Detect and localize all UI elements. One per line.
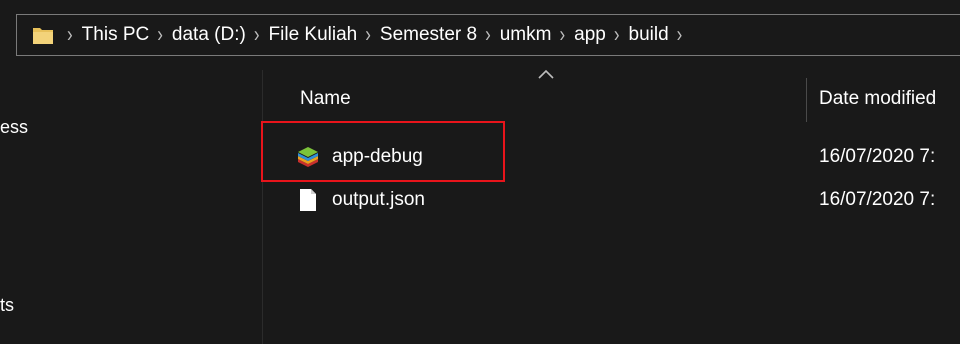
breadcrumb-semester-8[interactable]: Semester 8 — [380, 24, 477, 46]
breadcrumb-build[interactable]: build — [629, 24, 669, 46]
breadcrumb-separator-icon[interactable]: › — [485, 22, 491, 48]
breadcrumb-data-drive[interactable]: data (D:) — [172, 24, 246, 46]
file-icon — [296, 188, 320, 212]
breadcrumb-separator-icon[interactable]: › — [677, 22, 683, 48]
column-header-date-modified[interactable]: Date modified — [819, 88, 936, 110]
breadcrumb-this-pc[interactable]: This PC — [82, 24, 150, 46]
breadcrumb-separator-icon[interactable]: › — [67, 22, 73, 48]
breadcrumb-umkm[interactable]: umkm — [500, 24, 552, 46]
nav-item-quick-access[interactable]: ess — [0, 117, 28, 138]
breadcrumb-app[interactable]: app — [574, 24, 606, 46]
breadcrumb-separator-icon[interactable]: › — [254, 22, 260, 48]
column-separator[interactable] — [806, 78, 807, 122]
pane-divider[interactable] — [262, 70, 263, 344]
nav-item-documents[interactable]: ts — [0, 295, 14, 316]
breadcrumb-separator-icon[interactable]: › — [559, 22, 565, 48]
breadcrumb-separator-icon[interactable]: › — [157, 22, 163, 48]
file-name[interactable]: output.json — [332, 189, 802, 211]
breadcrumb-separator-icon[interactable]: › — [614, 22, 620, 48]
column-header-name[interactable]: Name — [300, 88, 351, 110]
breadcrumb-file-kuliah[interactable]: File Kuliah — [269, 24, 358, 46]
breadcrumb-separator-icon[interactable]: › — [365, 22, 371, 48]
sort-ascending-icon — [538, 69, 554, 79]
file-date-modified: 16/07/2020 7: — [819, 146, 936, 167]
file-explorer-window: › This PC › data (D:) › File Kuliah › Se… — [0, 0, 960, 344]
navigation-pane: ess ts — [0, 70, 262, 344]
folder-icon — [31, 24, 55, 46]
highlight-annotation — [261, 121, 505, 182]
file-date-modified: 16/07/2020 7: — [819, 189, 936, 210]
address-bar[interactable]: › This PC › data (D:) › File Kuliah › Se… — [16, 14, 960, 56]
file-row-output-json[interactable]: output.json 16/07/2020 7: — [296, 185, 960, 215]
